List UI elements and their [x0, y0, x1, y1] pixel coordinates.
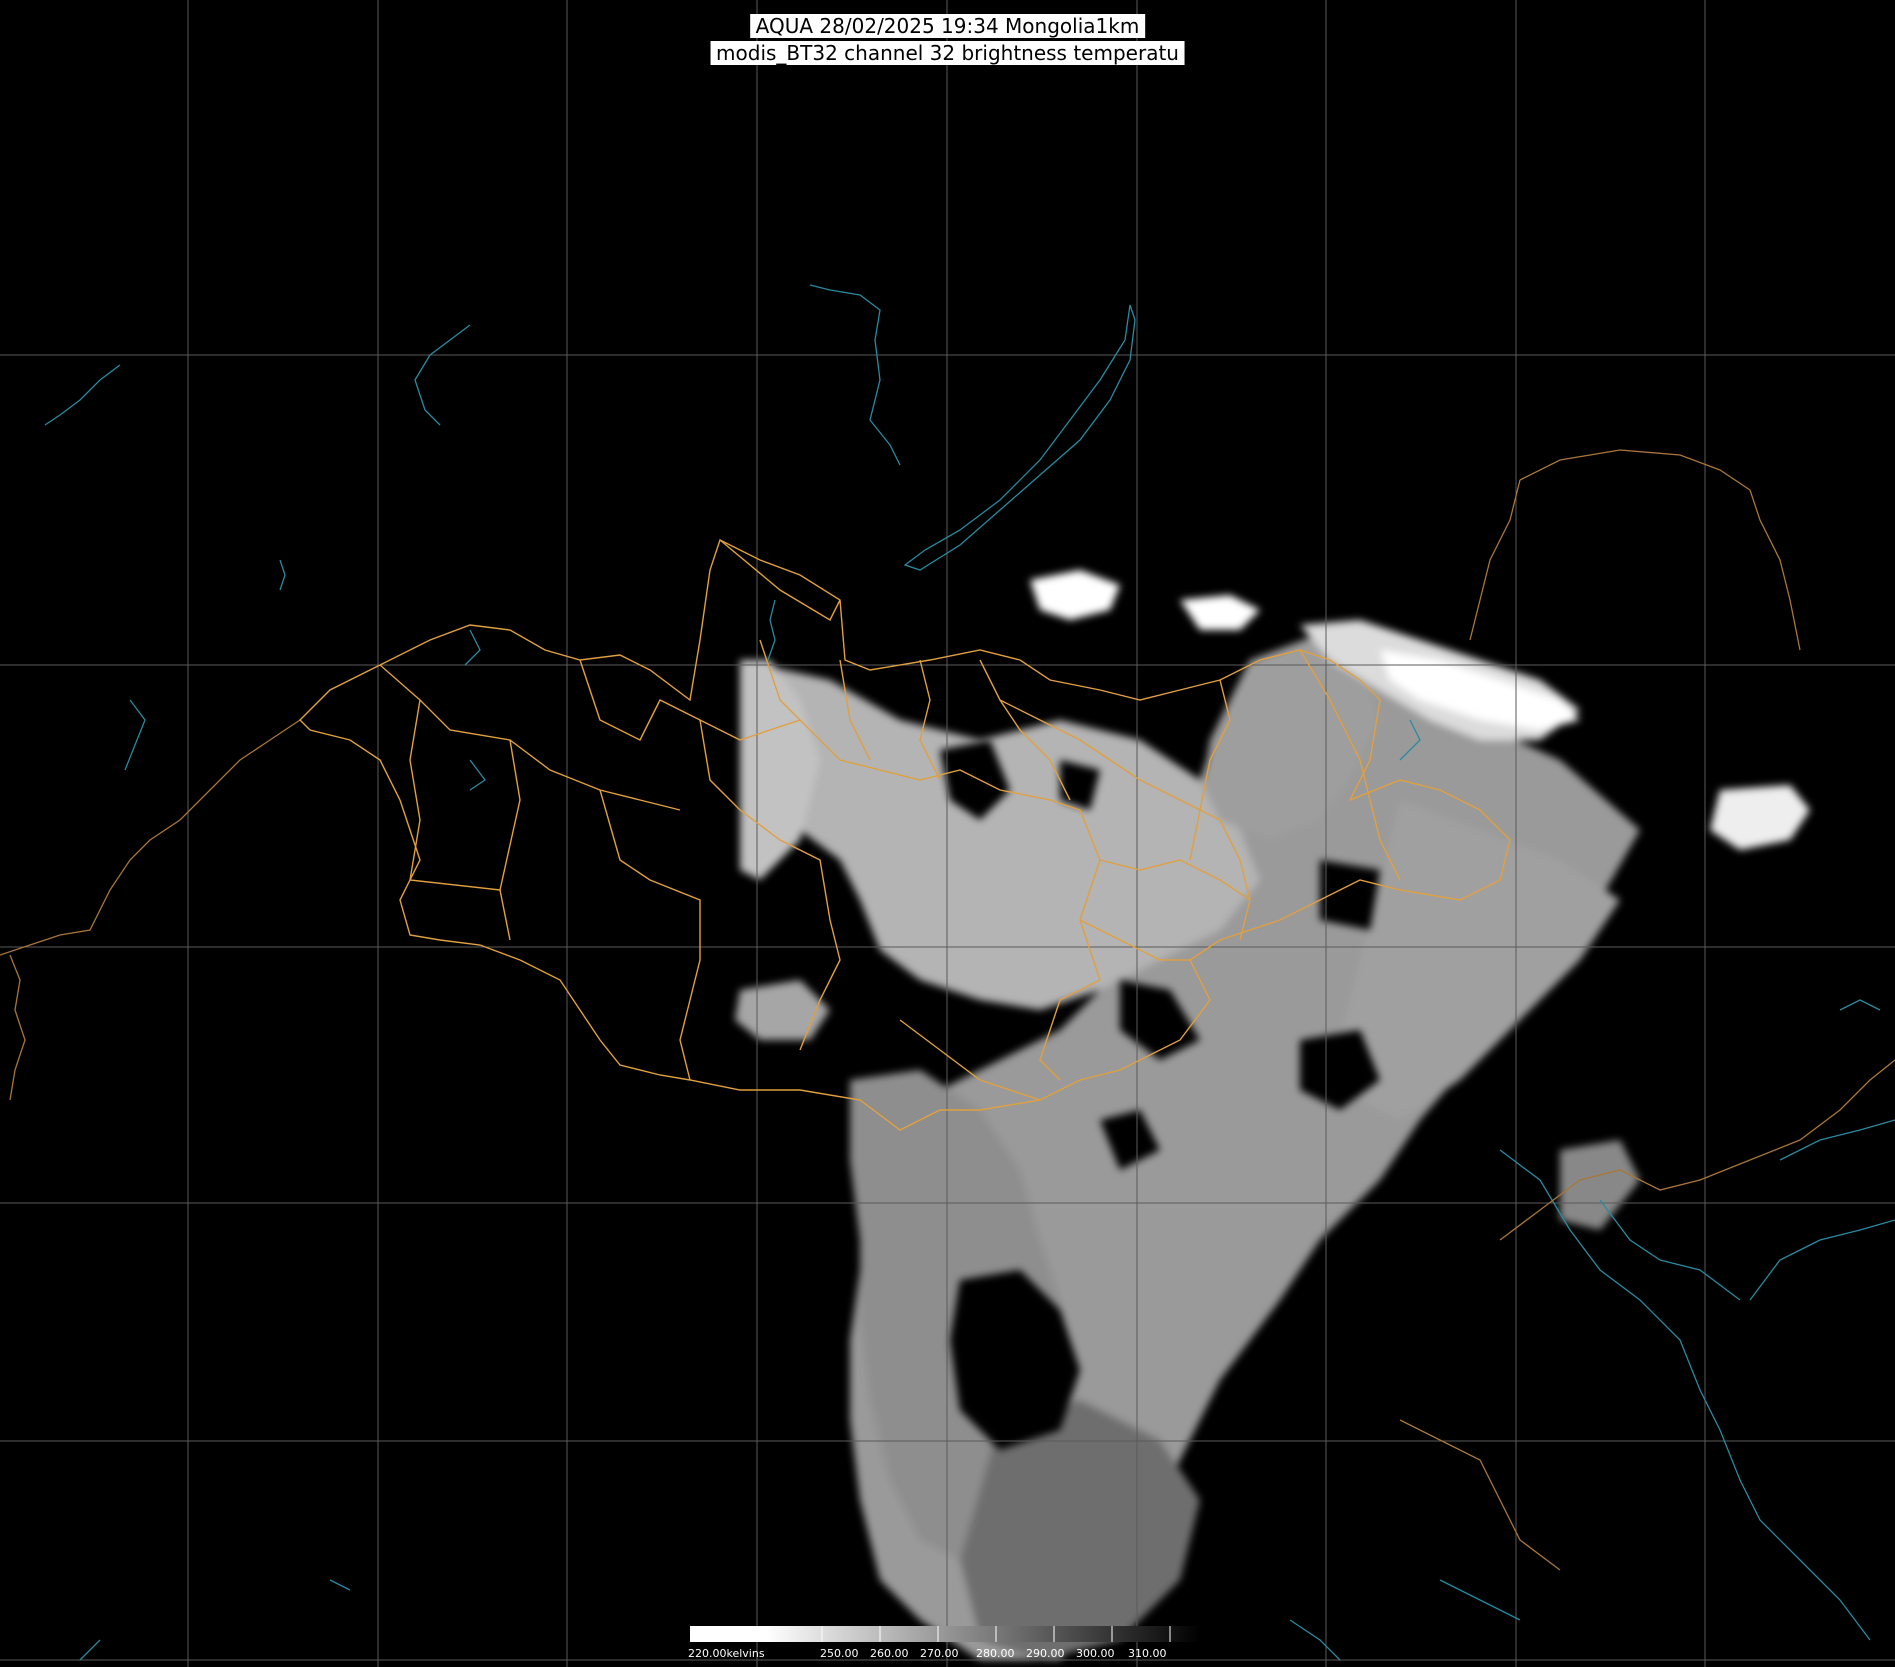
colorbar-label-270: 270.00 [920, 1647, 959, 1660]
colorbar-label-300: 300.00 [1076, 1647, 1115, 1660]
title-line-1: AQUA 28/02/2025 19:34 Mongolia1km [749, 14, 1146, 38]
colorbar-gradient [690, 1626, 1200, 1642]
colorbar-label-250: 250.00 [820, 1647, 859, 1660]
colorbar [690, 1626, 1200, 1642]
colorbar-label-310: 310.00 [1128, 1647, 1167, 1660]
satellite-map [0, 0, 1895, 1667]
title-line-2: modis_BT32 channel 32 brightness tempera… [710, 41, 1185, 65]
colorbar-label-290: 290.00 [1026, 1647, 1065, 1660]
colorbar-label-280: 280.00 [976, 1647, 1015, 1660]
colorbar-label-260: 260.00 [870, 1647, 909, 1660]
colorbar-label-min: 220.00kelvins [688, 1647, 765, 1660]
